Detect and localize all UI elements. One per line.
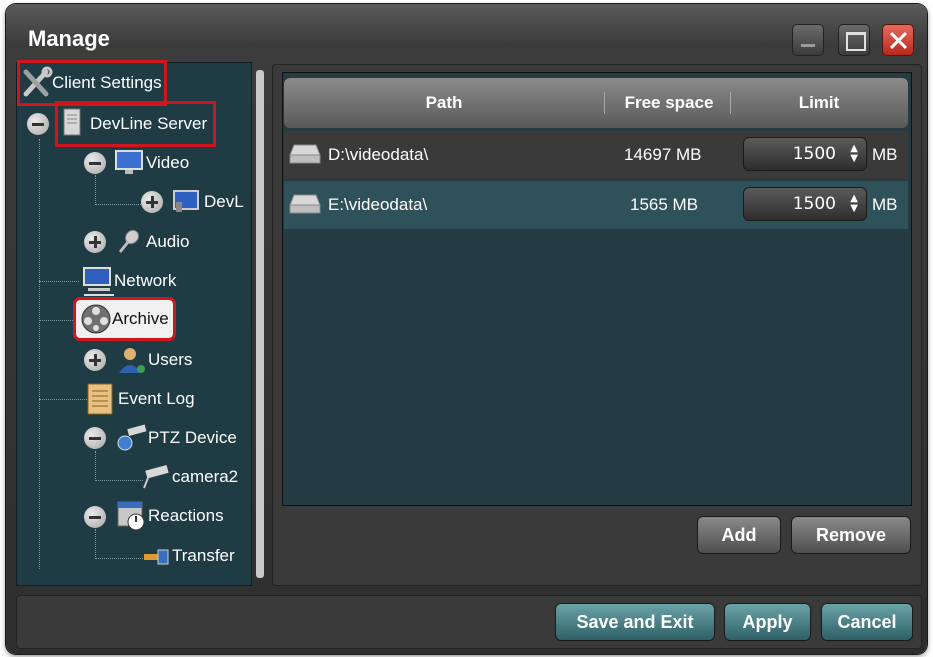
tree-item-archive[interactable]: Archive [73,297,176,341]
film-reel-icon [80,304,111,334]
expand-audio-toggle[interactable] [84,231,106,253]
column-header-free-space[interactable]: Free space [614,78,724,128]
drive-icon [289,144,321,164]
stepper-arrows-icon[interactable]: ▲ ▼ [850,144,858,164]
ptz-camera-icon [116,424,147,451]
tree-item-devline-server[interactable]: DevLine Server [54,101,217,147]
apply-button[interactable]: Apply [724,603,811,641]
cancel-button[interactable]: Cancel [821,603,913,641]
tree-item-event-log[interactable]: Event Log [86,383,195,415]
add-button[interactable]: Add [697,516,781,554]
tree-item-network[interactable]: Network [82,266,176,296]
limit-value: 1500 [792,144,836,164]
collapse-video-toggle[interactable] [84,152,106,174]
drive-icon [289,194,321,214]
tree-item-video[interactable]: Video [114,148,189,178]
expand-users-toggle[interactable] [84,349,106,371]
column-header-limit[interactable]: Limit [754,78,884,128]
path-cell: D:\videodata\ [328,145,429,164]
table-row[interactable]: E:\videodata\ 1565 MB 1500 ▲ ▼ MB [284,181,908,229]
maximize-button[interactable] [838,24,870,56]
limit-stepper[interactable]: 1500 ▲ ▼ [743,187,867,221]
document-icon [86,383,114,415]
table-header: Path Free space Limit [284,78,908,128]
stepper-arrows-icon[interactable]: ▲ ▼ [850,194,858,214]
tree-item-transfer[interactable]: Transfer [142,541,235,571]
collapse-ptz-toggle[interactable] [84,427,106,449]
table-row[interactable]: D:\videodata\ 14697 MB 1500 ▲ ▼ MB [284,131,908,179]
limit-unit: MB [872,195,898,214]
tree-item-users[interactable]: Users [116,345,192,375]
collapse-devline-toggle[interactable] [27,113,49,135]
minimize-button[interactable] [792,24,824,56]
close-button[interactable] [882,24,914,56]
expand-devl-toggle[interactable] [141,191,163,213]
tree-item-camera2[interactable]: camera2 [140,462,238,492]
remove-button[interactable]: Remove [791,516,911,554]
limit-stepper[interactable]: 1500 ▲ ▼ [743,137,867,171]
window-title: Manage [28,26,110,51]
microphone-icon [114,229,142,255]
tree-item-client-settings[interactable]: Client Settings [17,60,167,106]
transfer-icon [142,543,170,569]
limit-unit: MB [872,145,898,164]
video-device-icon [172,189,200,215]
user-icon [116,347,145,373]
tree-item-audio[interactable]: Audio [114,227,189,257]
server-icon [58,108,86,137]
network-icon [82,267,114,296]
free-space-cell: 14697 MB [624,145,702,164]
limit-value: 1500 [792,194,836,214]
tree-item-devl[interactable]: DevL [172,187,244,217]
camera-icon [140,464,169,490]
column-header-path[interactable]: Path [344,78,544,128]
tools-icon [20,66,53,97]
tree-scrollbar[interactable] [256,70,264,578]
reactions-icon [116,501,145,531]
free-space-cell: 1565 MB [630,195,699,214]
monitor-icon [114,150,143,176]
save-and-exit-button[interactable]: Save and Exit [555,603,715,641]
collapse-reactions-toggle[interactable] [84,506,106,528]
tree-item-reactions[interactable]: Reactions [116,501,224,531]
path-cell: E:\videodata\ [328,195,428,214]
tree-item-ptz-device[interactable]: PTZ Device [116,423,237,453]
